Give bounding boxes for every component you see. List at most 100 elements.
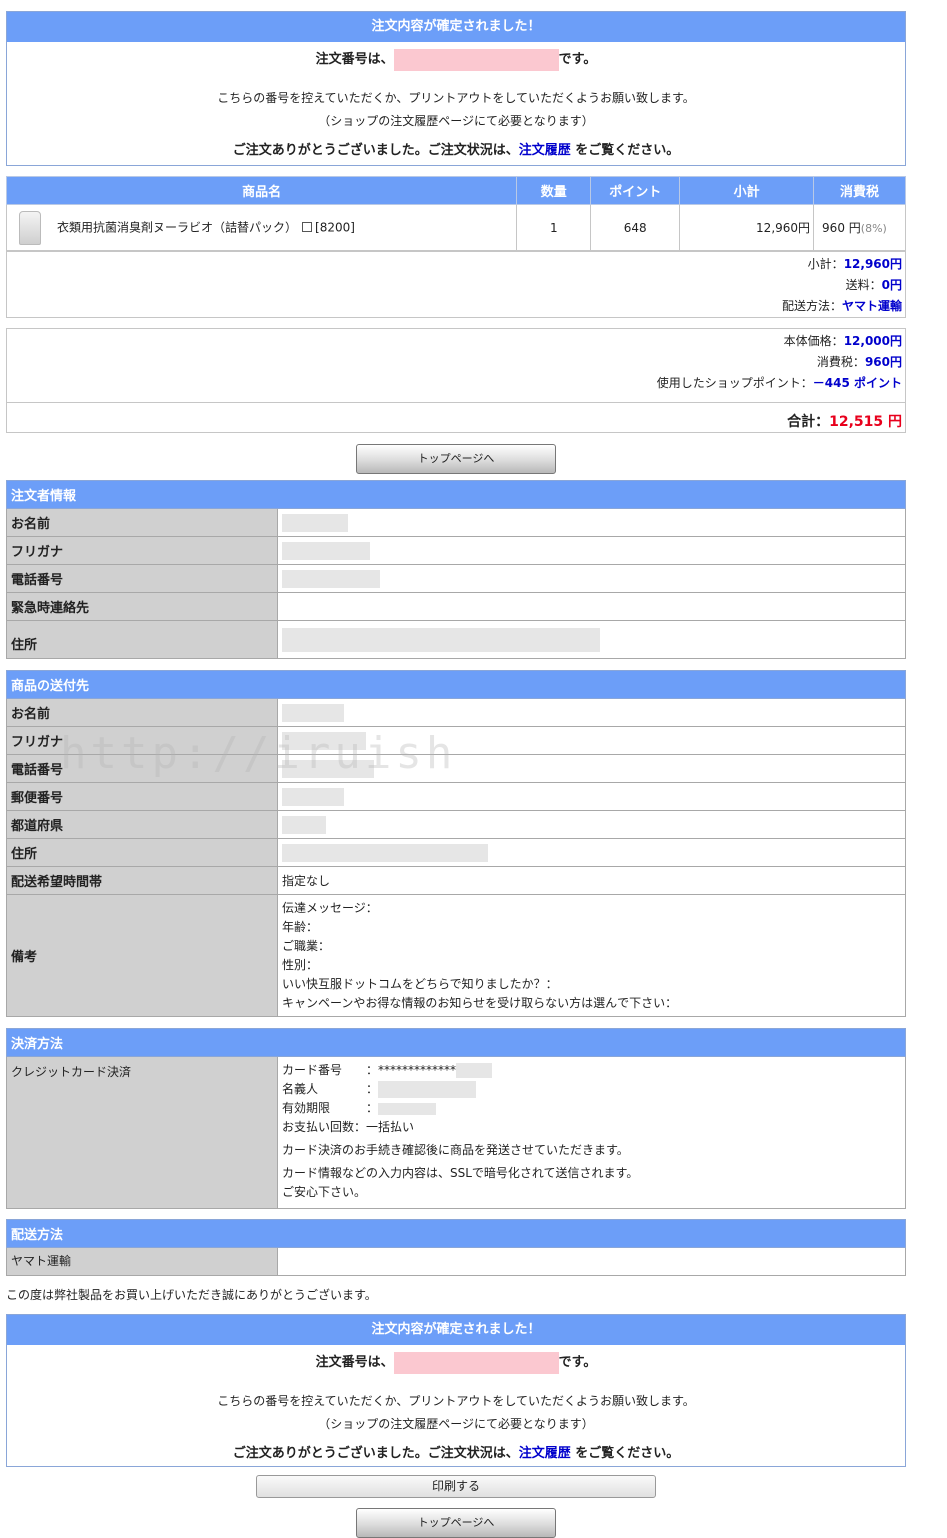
top-page-button[interactable]: トップページへ [356,444,556,474]
card-holder-value: ： [366,1082,379,1096]
orderer-kana-value [277,536,906,565]
note-age: 年齢： [282,919,319,934]
delivery-method-label: ヤマト運輸 [6,1247,278,1276]
dest-name-value [277,698,906,727]
summary-subtotal-label: 小計： [807,257,844,271]
thanks-line: ご注文ありがとうございました。ご注文状況は、注文履歴 をご覧ください。 [7,139,905,158]
order-number-suffix: です。 [558,52,597,67]
totals-box: 本体価格：12,000円 消費税：960円 使用したショップポイント：－445 … [6,328,906,433]
payment-heading: 決済方法 [6,1028,906,1057]
tax-cell: 960 円(8%) [813,204,906,251]
redacted-block [282,703,344,722]
payment-note-safe: ご安心下さい。 [282,1185,367,1199]
table-row: 郵便番号 [6,782,906,811]
redacted-block [282,843,488,862]
dest-pref-value [277,810,906,839]
redacted-block [282,731,366,750]
dest-phone-label: 電話番号 [6,754,278,783]
dest-zip-value [277,782,906,811]
table-row: フリガナ [6,726,906,755]
summary-subtotal-value: 12,960円 [843,257,902,271]
orderer-phone-value [277,564,906,593]
dest-name-label: お名前 [6,698,278,727]
card-number-line: カード番号 ：************* [282,1061,905,1080]
history-notice: （ショップの注文履歴ページにて必要となります） [318,113,594,128]
totals-tax-label: 消費税： [816,355,865,369]
redacted-block [282,815,326,834]
print-button[interactable]: 印刷する [256,1475,656,1498]
note-occupation: ご職業： [282,938,331,953]
orderer-name-value [277,508,906,537]
dest-time-label: 配送希望時間帯 [6,866,278,895]
product-code: [8200] [315,220,355,234]
order-history-link[interactable]: 注文履歴 [519,1446,571,1461]
table-row: ヤマト運輸 [6,1247,906,1276]
table-row: お名前 [6,698,906,727]
table-row: 衣類用抗菌消臭剤ヌーラビオ（詰替パック） [8200] 1 648 12,960円… [5,204,906,251]
note-message: 伝達メッセージ： [282,900,378,915]
dest-address-value [277,838,906,867]
order-number-line: 注文番号は、 です。 [7,48,905,71]
summary-shipping-value: 0円 [881,278,902,292]
table-row: 緊急時連絡先 [6,592,906,621]
summary-subtotal: 小計：12,960円 [7,254,902,275]
card-holder-line: 名義人 ： [282,1080,905,1099]
product-name[interactable]: 衣類用抗菌消臭剤ヌーラビオ（詰替パック） [57,220,297,234]
table-row: 電話番号 [6,564,906,593]
order-history-link[interactable]: 注文履歴 [519,143,571,158]
orderer-name-label: お名前 [6,508,278,537]
totals-base-value: 12,000円 [843,334,902,348]
table-row: 住所 [6,620,906,659]
card-holder-label: 名義人 [282,1082,319,1096]
dest-notes-value: 伝達メッセージ： 年齢： ご職業： 性別： いい快互服ドットコムをどちらで知りま… [277,894,906,1017]
thanks-text: ご注文ありがとうございました。ご注文状況は、 [232,142,519,158]
thanks-suffix: をご覧ください。 [570,1445,680,1461]
payment-table: 決済方法 クレジットカード決済 カード番号 ：************* 名義人 ：… [6,1028,906,1209]
table-row: 都道府県 [6,810,906,839]
order-number-line: 注文番号は、 です。 [7,1351,905,1374]
tax-rate: (8%) [860,222,887,235]
keep-number-notice: こちらの番号を控えていただくか、プリントアウトをしていただくようお願い致します。 [217,90,695,105]
shipping-dest-table: 商品の送付先 お名前 フリガナ 電話番号 郵便番号 都道府県 住所 配送希望時間… [6,670,906,1017]
col-tax: 消費税 [813,176,906,205]
totals-points-label: 使用したショップポイント： [656,376,813,390]
quantity-value: 1 [516,204,592,251]
orderer-info-table: 注文者情報 お名前 フリガナ 電話番号 緊急時連絡先 住所 [6,480,906,659]
order-confirm-box: 注文内容が確定されました！ 注文番号は、 です。 こちらの番号を控えていただくか、… [6,11,906,166]
summary-method-value: ヤマト運輸 [841,299,902,313]
dest-address-label: 住所 [6,838,278,867]
delivery-method-value [277,1247,906,1276]
subtotal-value: 12,960円 [679,204,815,251]
dest-time-value: 指定なし [277,866,906,895]
top-page-button-bottom[interactable]: トップページへ [356,1508,556,1538]
product-cell: 衣類用抗菌消臭剤ヌーラビオ（詰替パック） [8200] [5,204,518,251]
redacted-block [282,627,600,652]
keep-number-notice: こちらの番号を控えていただくか、プリントアウトをしていただくようお願い致します。 [217,1393,695,1408]
order-number-prefix: 注文番号は、 [315,52,394,67]
table-row: 配送希望時間帯 指定なし [6,866,906,895]
grand-total-label: 合計： [787,414,830,430]
col-quantity: 数量 [516,176,592,205]
dest-kana-value [277,726,906,755]
external-link-icon[interactable] [302,222,313,232]
card-expiry-value: ： [366,1101,379,1115]
redacted-block [282,541,370,560]
dest-phone-value [277,754,906,783]
grand-total-value: 12,515 円 [829,414,902,430]
table-row: フリガナ [6,536,906,565]
redacted-block [282,787,344,806]
installments-value: ：一括払い [354,1120,415,1134]
totals-points: 使用したショップポイント：－445 ポイント [7,373,902,394]
orderer-phone-label: 電話番号 [6,564,278,593]
order-number-prefix: 注文番号は、 [315,1355,394,1370]
delivery-heading: 配送方法 [6,1219,906,1248]
dest-pref-label: 都道府県 [6,810,278,839]
col-subtotal: 小計 [679,176,815,205]
thanks-text: ご注文ありがとうございました。ご注文状況は、 [232,1445,519,1461]
product-thumbnail [19,210,41,245]
orderer-address-label: 住所 [6,620,278,659]
col-product-name: 商品名 [5,176,518,205]
order-number-redacted [393,1351,559,1374]
orderer-address-value [277,620,906,659]
redacted-block [282,759,374,778]
